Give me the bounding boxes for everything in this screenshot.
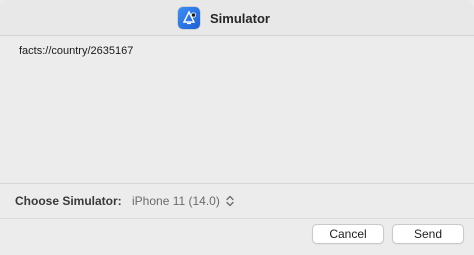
url-text: facts://country/2635167 [19, 45, 134, 57]
chevron-up-down-icon [226, 195, 234, 207]
send-button[interactable]: Send [392, 224, 464, 244]
title-bar: Simulator [0, 0, 474, 36]
window-title: Simulator [210, 10, 270, 26]
title-group: Simulator [178, 6, 270, 30]
footer-divider [0, 218, 474, 219]
simulator-select-value: iPhone 11 (14.0) [132, 194, 220, 208]
simulator-picker-row: Choose Simulator: iPhone 11 (14.0) [0, 184, 474, 218]
simulator-dialog: Simulator facts://country/2635167 Choose… [0, 0, 474, 255]
url-text-area[interactable]: facts://country/2635167 [0, 36, 474, 183]
choose-simulator-label: Choose Simulator: [15, 194, 122, 208]
cancel-button[interactable]: Cancel [312, 224, 384, 244]
simulator-select[interactable]: iPhone 11 (14.0) [126, 190, 240, 212]
simulator-app-icon [178, 7, 200, 29]
